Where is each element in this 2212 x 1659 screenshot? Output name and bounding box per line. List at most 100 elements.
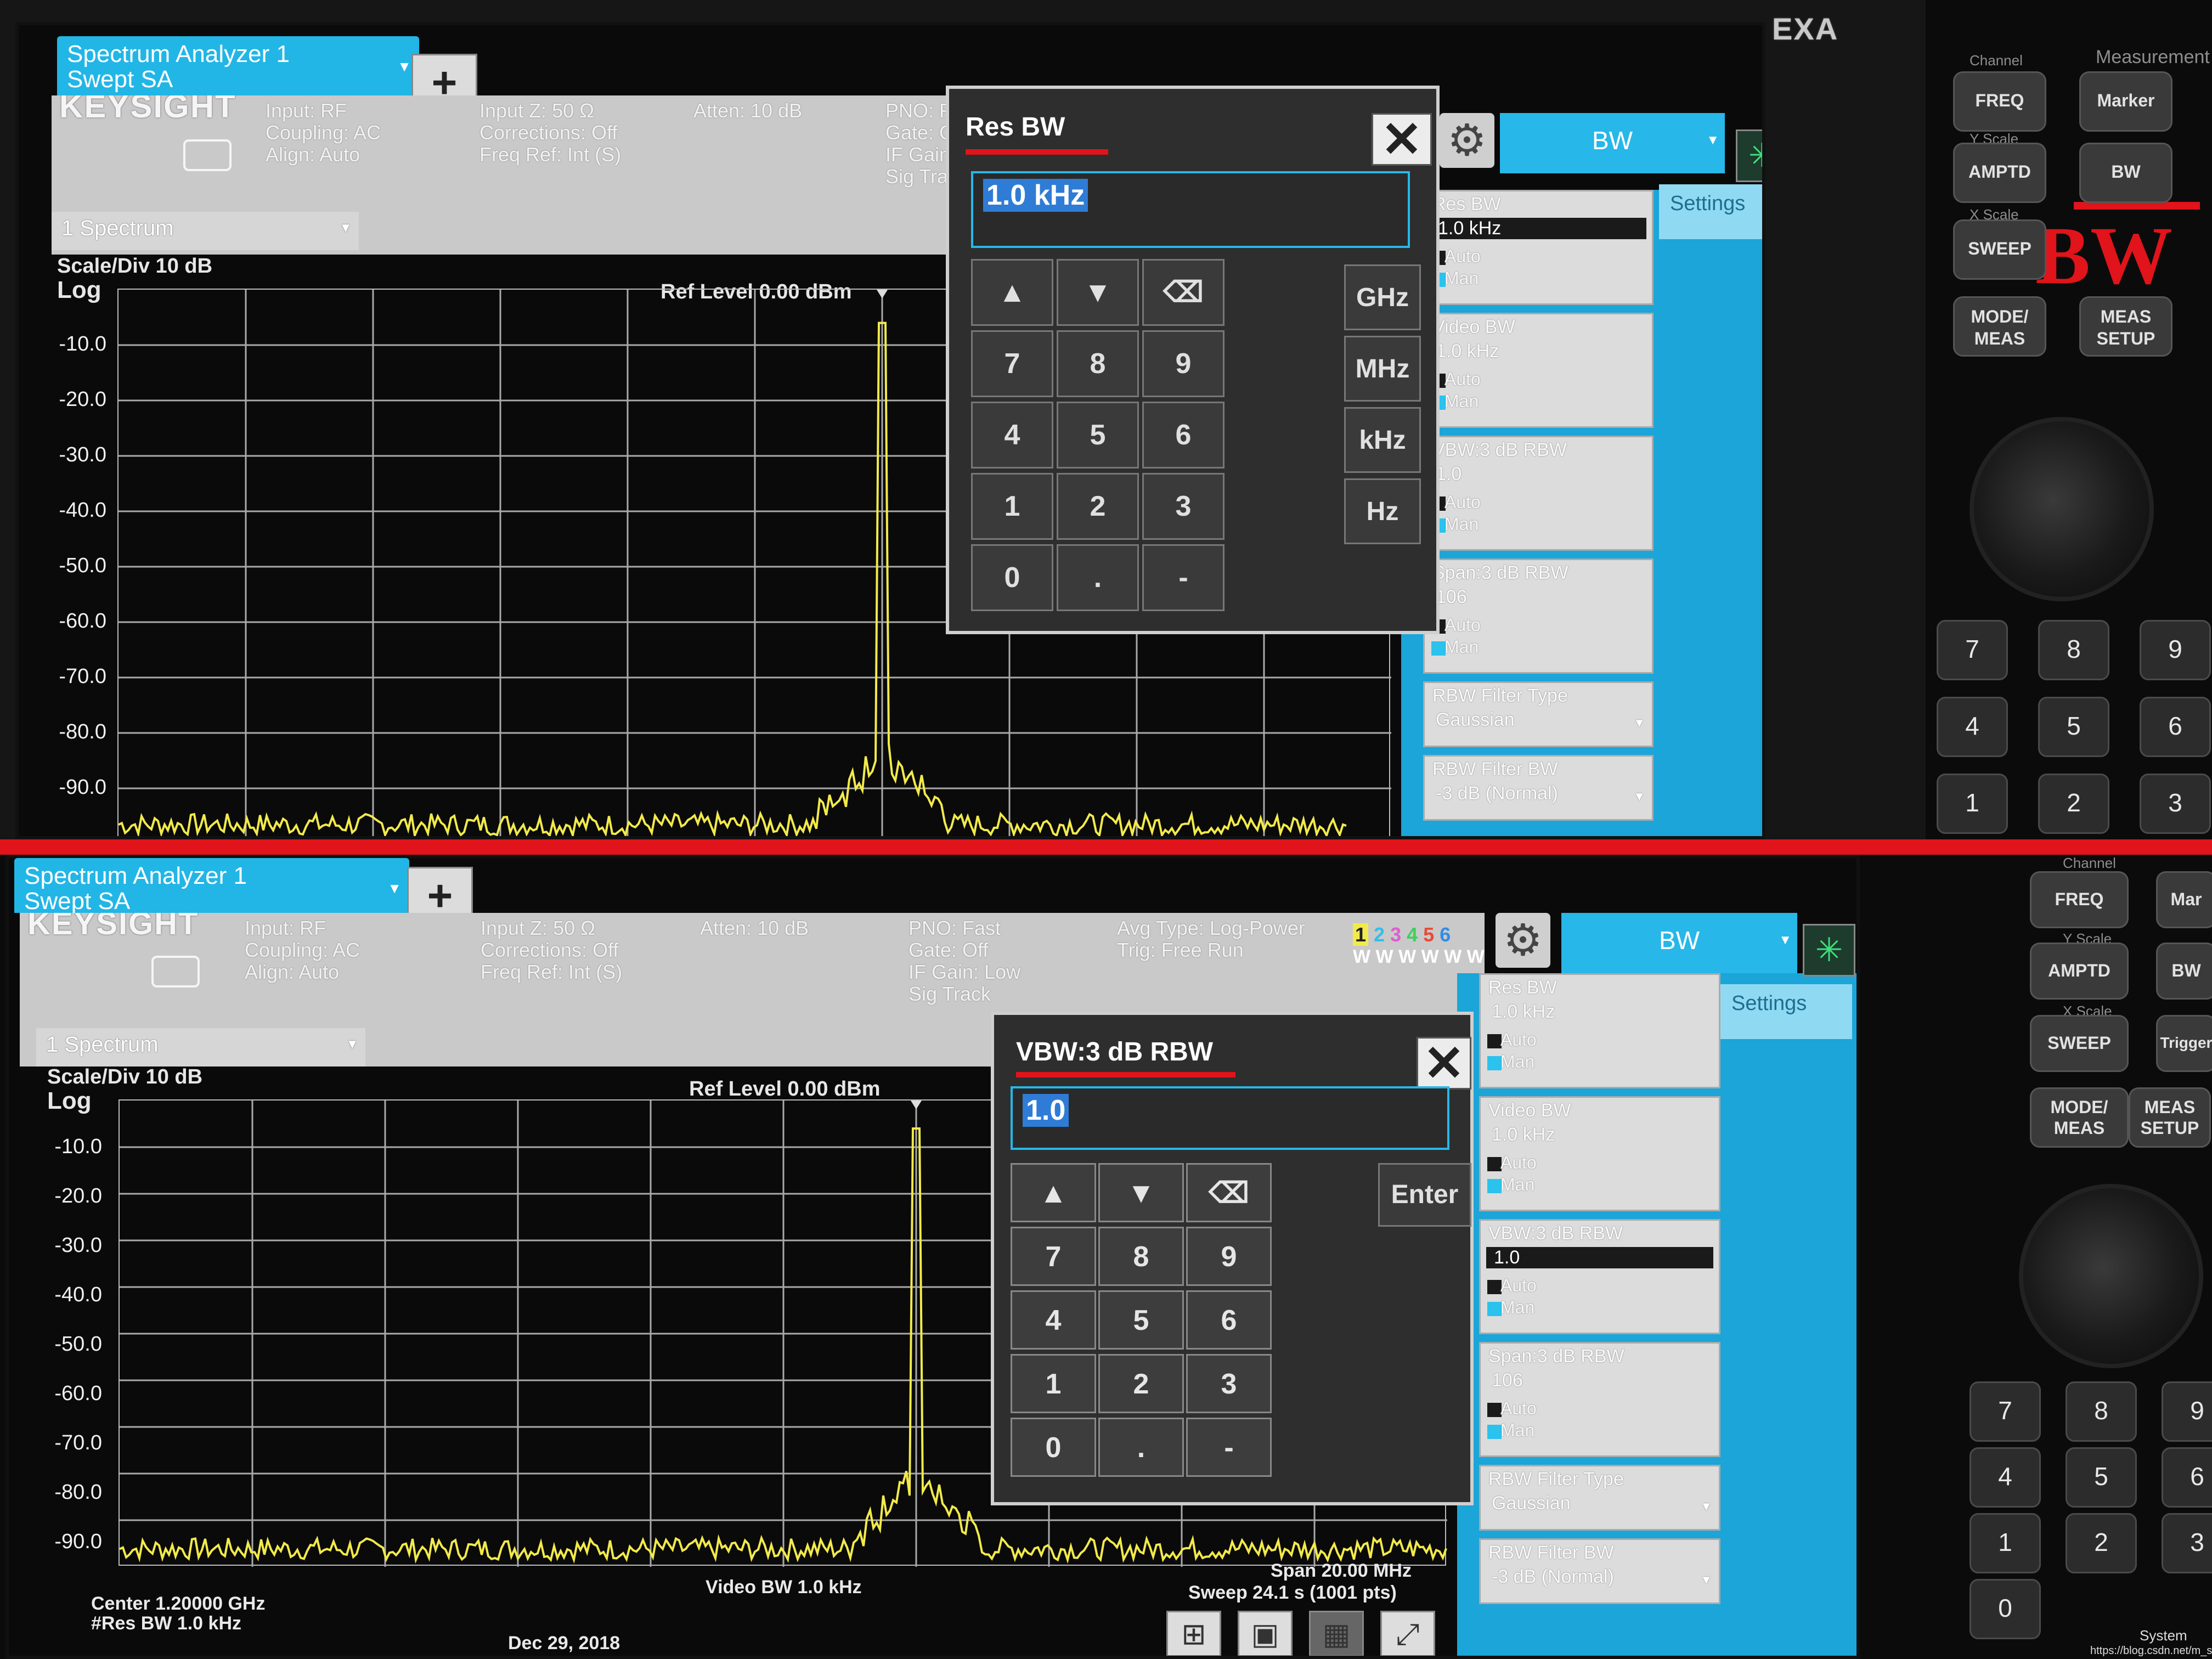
meas-setup-key[interactable]: MEAS SETUP [2129, 1087, 2211, 1148]
settings-tab[interactable]: Settings [1720, 984, 1852, 1039]
span-ratio-setting[interactable]: Span:3 dB RBW 106 Auto Man [1423, 558, 1654, 674]
hardware-key[interactable]: 9 [2140, 620, 2211, 680]
value-entry-field[interactable]: 1.0 [1011, 1086, 1449, 1150]
res-bw-setting[interactable]: Res BW 1.0 kHz Auto Man [1423, 190, 1654, 305]
keypad-key[interactable]: 5 [1098, 1290, 1184, 1350]
hardware-key[interactable]: 6 [2162, 1447, 2212, 1508]
video-bw-setting[interactable]: Video BW 1.0 kHz Auto Man [1479, 1096, 1720, 1211]
auto-option[interactable]: Auto [1500, 1153, 1537, 1173]
res-bw-setting[interactable]: Res BW 1.0 kHz Auto Man [1479, 973, 1720, 1088]
sweep-key[interactable]: SWEEP [1953, 219, 2046, 280]
span-ratio-setting[interactable]: Span:3 dB RBW 106 Auto Man [1479, 1342, 1720, 1457]
keypad-key[interactable]: 1 [1011, 1354, 1096, 1413]
meas-setup-key[interactable]: MEAS SETUP [2079, 296, 2172, 357]
return-icon[interactable] [183, 139, 232, 171]
auto-option[interactable]: Auto [1444, 369, 1481, 390]
man-option[interactable]: Man [1500, 1175, 1534, 1195]
trigger-key[interactable]: Trigger [2156, 1015, 2212, 1072]
hardware-key[interactable]: 4 [1970, 1447, 2041, 1508]
hardware-key[interactable]: 9 [2162, 1381, 2212, 1442]
close-button[interactable]: ✕ [1372, 113, 1432, 166]
chevron-down-button[interactable]: ▼ [1098, 1163, 1184, 1222]
auto-option[interactable]: Auto [1444, 492, 1481, 512]
vbw-ratio-setting[interactable]: VBW:3 dB RBW 1.0 Auto Man [1423, 436, 1654, 551]
hardware-key[interactable]: 3 [2162, 1513, 2212, 1573]
man-option[interactable]: Man [1500, 1420, 1534, 1441]
hardware-key[interactable]: 5 [2066, 1447, 2137, 1508]
man-option[interactable]: Man [1444, 637, 1479, 657]
close-button[interactable]: ✕ [1417, 1037, 1471, 1090]
mode-meas-key[interactable]: MODE/ MEAS [2030, 1087, 2129, 1148]
hardware-key[interactable]: 4 [1937, 697, 2008, 757]
hardware-key[interactable]: 7 [1937, 620, 2008, 680]
bw-menu-tab[interactable]: BW ▼ [1561, 913, 1797, 973]
auto-option[interactable]: Auto [1500, 1398, 1537, 1419]
hardware-key[interactable]: 2 [2066, 1513, 2137, 1573]
keypad-key[interactable]: 0 [971, 544, 1053, 611]
rbw-filter-type-setting[interactable]: RBW Filter Type Gaussian ▼ [1479, 1465, 1720, 1531]
auto-option[interactable]: Auto [1444, 246, 1481, 267]
bw-key[interactable]: BW [2156, 943, 2212, 1000]
layout-button[interactable]: ⊞ [1166, 1611, 1221, 1656]
multi-window-button[interactable]: ▦ [1309, 1611, 1364, 1656]
chevron-down-button[interactable]: ▼ [1057, 259, 1139, 326]
hardware-key[interactable]: 1 [1970, 1513, 2041, 1573]
hardware-key[interactable]: 5 [2038, 697, 2109, 757]
video-bw-setting[interactable]: Video BW 1.0 kHz Auto Man [1423, 313, 1654, 428]
return-icon[interactable] [151, 956, 200, 988]
hardware-key[interactable]: 8 [2066, 1381, 2137, 1442]
backspace-button[interactable]: ⌫ [1186, 1163, 1272, 1222]
keypad-key[interactable]: 9 [1142, 330, 1224, 397]
unit-key[interactable]: Hz [1344, 478, 1421, 544]
keypad-key[interactable]: 7 [971, 330, 1053, 397]
chevron-up-button[interactable]: ▲ [1011, 1163, 1096, 1222]
keypad-key[interactable]: 4 [1011, 1290, 1096, 1350]
settings-tab[interactable]: Settings [1659, 184, 1762, 239]
app-tab[interactable]: Spectrum Analyzer 1 Swept SA ▼ [14, 858, 409, 914]
auto-option[interactable]: Auto [1444, 615, 1481, 635]
keypad-key[interactable]: 3 [1186, 1354, 1272, 1413]
settings-gear-icon[interactable]: ⚙ [1440, 113, 1494, 168]
hardware-key[interactable]: 0 [1970, 1579, 2041, 1639]
vbw-ratio-setting[interactable]: VBW:3 dB RBW 1.0 Auto Man [1479, 1219, 1720, 1334]
auto-option[interactable]: Auto [1500, 1030, 1537, 1050]
keypad-key[interactable]: 5 [1057, 402, 1139, 469]
freq-key[interactable]: FREQ [2030, 871, 2129, 928]
man-option[interactable]: Man [1444, 268, 1479, 289]
amptd-key[interactable]: AMPTD [2030, 943, 2129, 1000]
keypad-key[interactable]: 6 [1186, 1290, 1272, 1350]
window-button[interactable]: ▣ [1238, 1611, 1293, 1656]
rbw-filter-bw-setting[interactable]: RBW Filter BW -3 dB (Normal) ▼ [1423, 755, 1654, 821]
amptd-key[interactable]: AMPTD [1953, 143, 2046, 203]
hardware-key[interactable]: 1 [1937, 774, 2008, 834]
marker-key[interactable]: Marker [2079, 71, 2172, 132]
rbw-filter-bw-setting[interactable]: RBW Filter BW -3 dB (Normal) ▼ [1479, 1538, 1720, 1604]
man-option[interactable]: Man [1444, 391, 1479, 411]
hardware-key[interactable]: 7 [1970, 1381, 2041, 1442]
auto-option[interactable]: Auto [1500, 1276, 1537, 1296]
sweep-key[interactable]: SWEEP [2030, 1015, 2129, 1072]
keypad-key[interactable]: - [1186, 1418, 1272, 1477]
keypad-key[interactable]: 7 [1011, 1227, 1096, 1286]
rotary-knob[interactable] [2019, 1184, 2203, 1368]
man-option[interactable]: Man [1444, 514, 1479, 534]
keypad-key[interactable]: 0 [1011, 1418, 1096, 1477]
unit-key[interactable]: GHz [1344, 264, 1421, 330]
mode-meas-key[interactable]: MODE/ MEAS [1953, 296, 2046, 357]
unit-key[interactable]: kHz [1344, 407, 1421, 473]
spectrum-window-tab[interactable]: 1 Spectrum ▼ [36, 1028, 365, 1066]
hardware-key[interactable]: 6 [2140, 697, 2211, 757]
hardware-key[interactable]: 2 [2038, 774, 2109, 834]
unit-key[interactable]: MHz [1344, 336, 1421, 402]
hardware-key[interactable]: 3 [2140, 774, 2211, 834]
keypad-key[interactable]: 1 [971, 473, 1053, 540]
freq-key[interactable]: FREQ [1953, 71, 2046, 132]
marker-key[interactable]: Mar [2156, 871, 2212, 928]
backspace-button[interactable]: ⌫ [1142, 259, 1224, 326]
bw-key[interactable]: BW [2079, 143, 2172, 203]
keypad-key[interactable]: . [1057, 544, 1139, 611]
chevron-up-button[interactable]: ▲ [971, 259, 1053, 326]
keypad-key[interactable]: 3 [1142, 473, 1224, 540]
fullscreen-button[interactable]: ⤢ [1380, 1611, 1435, 1656]
rbw-filter-type-setting[interactable]: RBW Filter Type Gaussian ▼ [1423, 681, 1654, 747]
